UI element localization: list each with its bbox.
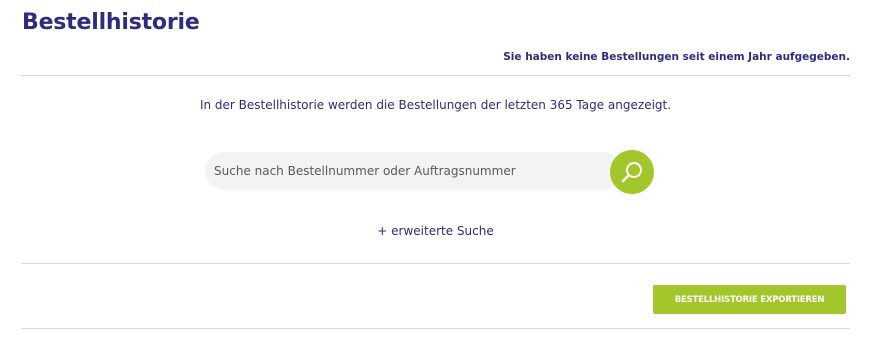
advanced-search-link-row: + erweiterte Suche [0, 224, 871, 238]
advanced-search-link[interactable]: + erweiterte Suche [377, 224, 493, 238]
page-title: Bestellhistorie [22, 10, 200, 35]
divider-bottom [21, 328, 850, 329]
no-orders-notice: Sie haben keine Bestellungen seit einem … [503, 51, 850, 63]
divider-top [21, 75, 850, 76]
search-input[interactable] [205, 152, 621, 190]
search-button[interactable] [610, 150, 654, 194]
export-history-button[interactable]: BESTELLHISTORIE EXPORTIEREN [653, 285, 846, 314]
divider-middle [21, 263, 850, 264]
search-icon [621, 162, 642, 183]
search-bar [205, 150, 655, 194]
history-info-text: In der Bestellhistorie werden die Bestel… [199, 98, 672, 112]
